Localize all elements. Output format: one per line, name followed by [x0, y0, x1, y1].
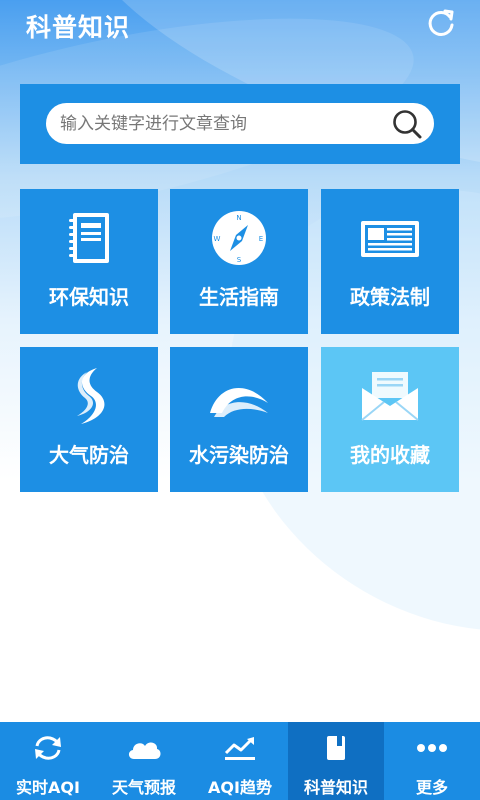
tab-label: 天气预报	[111, 778, 176, 797]
book-icon	[318, 732, 354, 764]
tile-life-guide[interactable]: N S W E 生活指南	[170, 189, 308, 334]
tile-label: 我的收藏	[350, 443, 430, 467]
page-title: 科普知识	[26, 13, 131, 42]
search-panel	[20, 84, 460, 164]
tab-more[interactable]: 更多	[384, 722, 480, 800]
svg-text:N: N	[236, 214, 241, 222]
tile-environment-knowledge[interactable]: 环保知识	[20, 189, 158, 334]
refresh-icon[interactable]	[424, 6, 458, 40]
tab-label: 实时AQI	[16, 778, 80, 797]
sync-arrows-icon	[30, 732, 66, 764]
more-dots-icon	[414, 732, 450, 764]
cloud-icon	[126, 732, 162, 764]
tile-label: 环保知识	[49, 285, 129, 309]
tile-my-favorites[interactable]: 我的收藏	[321, 347, 459, 492]
water-wave-icon	[204, 365, 274, 427]
tab-label: 更多	[415, 778, 448, 797]
tab-science-knowledge[interactable]: 科普知识	[288, 722, 384, 800]
envelope-icon	[355, 365, 425, 427]
app-header: 科普知识	[0, 0, 480, 50]
svg-text:S: S	[237, 256, 242, 264]
svg-text:E: E	[259, 235, 263, 243]
air-swirl-icon	[54, 365, 124, 427]
tab-realtime-aqi[interactable]: 实时AQI	[0, 722, 96, 800]
search-box[interactable]	[46, 103, 434, 144]
tile-policy-law[interactable]: 政策法制	[321, 189, 459, 334]
search-icon[interactable]	[390, 107, 424, 141]
tile-water-pollution-control[interactable]: 水污染防治	[170, 347, 308, 492]
notebook-icon	[54, 207, 124, 269]
tab-label: AQI趋势	[208, 778, 272, 797]
tab-label: 科普知识	[303, 778, 368, 797]
tile-label: 水污染防治	[189, 443, 289, 467]
newspaper-icon	[355, 207, 425, 269]
tile-label: 政策法制	[350, 285, 430, 309]
svg-text:W: W	[214, 235, 221, 243]
tile-label: 生活指南	[199, 285, 279, 309]
compass-icon: N S W E	[204, 207, 274, 269]
tile-air-control[interactable]: 大气防治	[20, 347, 158, 492]
tab-aqi-trend[interactable]: AQI趋势	[192, 722, 288, 800]
tile-label: 大气防治	[49, 443, 129, 467]
tab-weather-forecast[interactable]: 天气预报	[96, 722, 192, 800]
trend-chart-icon	[222, 732, 258, 764]
search-input[interactable]	[60, 103, 380, 144]
bottom-tab-bar: 实时AQI 天气预报 AQI趋势 科普知识 更多	[0, 722, 480, 800]
